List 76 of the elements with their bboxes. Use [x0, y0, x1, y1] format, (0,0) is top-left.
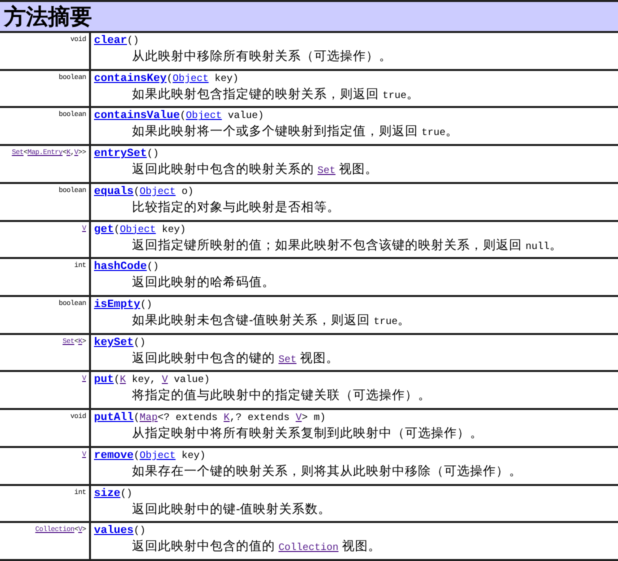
type-link[interactable]: Collection: [278, 543, 338, 554]
type-link[interactable]: Object: [186, 110, 222, 124]
method-description: 返回此映射中包含的键的 Set 视图。: [131, 350, 340, 368]
type-link[interactable]: Set: [278, 354, 296, 366]
method-link[interactable]: remove: [94, 450, 134, 463]
code-text: o: [180, 186, 188, 199]
paren-text: (: [134, 336, 140, 350]
type-link[interactable]: Object: [172, 72, 209, 86]
paren-text: (: [134, 186, 140, 199]
paren-text: (: [146, 261, 153, 274]
paren-text: (: [127, 35, 134, 48]
type-link[interactable]: K: [120, 374, 126, 388]
method-link[interactable]: values: [94, 525, 134, 538]
code-text: key,: [130, 374, 157, 388]
paren-text: ): [232, 72, 239, 86]
paren-text: ): [152, 148, 159, 162]
method-description: 将指定的值与此映射中的指定键关联（可选操作）。: [131, 387, 432, 404]
paren-text: (: [146, 148, 153, 162]
method-link[interactable]: hashCode: [94, 261, 147, 274]
type-link[interactable]: Set: [317, 166, 336, 178]
method-link[interactable]: keySet: [94, 336, 134, 350]
method-link[interactable]: entrySet: [94, 148, 147, 162]
paren-text: ): [140, 336, 146, 350]
paren-text: (: [166, 72, 173, 86]
paren-text: (: [114, 224, 120, 237]
method-description: 从指定映射中将所有映射关系复制到此映射中（可选操作）。: [131, 425, 484, 442]
method-link[interactable]: isEmpty: [94, 299, 140, 312]
section-title: 方法摘要: [4, 3, 92, 31]
type-link[interactable]: V: [162, 374, 168, 388]
paren-text: ): [140, 525, 146, 538]
paren-text: (: [134, 525, 140, 538]
paren-text: (: [120, 488, 126, 501]
code-text: <? extends: [158, 412, 219, 426]
paren-text: ): [188, 186, 194, 199]
paren-text: ): [204, 374, 210, 388]
paren-text: (: [134, 412, 140, 426]
code-text: key: [214, 72, 233, 86]
type-link[interactable]: Map: [140, 412, 158, 426]
method-description: 返回此映射中的键-值映射关系数。: [131, 500, 332, 517]
method-description: 从此映射中移除所有映射关系（可选操作）。: [131, 48, 393, 64]
type-link[interactable]: Object: [140, 186, 176, 199]
paren-text: (: [180, 110, 186, 124]
method-description: 返回此映射中包含的值的 Collection 视图。: [131, 538, 382, 556]
method-link[interactable]: clear: [94, 35, 128, 48]
code-text: ,? extends: [230, 412, 291, 426]
method-link[interactable]: putAll: [94, 412, 134, 426]
type-link[interactable]: V: [296, 412, 302, 426]
method-link[interactable]: containsValue: [94, 110, 180, 124]
paren-text: ): [126, 488, 132, 501]
method-link[interactable]: equals: [94, 186, 134, 199]
code-text: key: [160, 224, 180, 237]
code-text: > m: [302, 412, 320, 426]
paren-text: ): [146, 299, 152, 312]
method-description: 返回此映射的哈希码值。: [131, 274, 276, 290]
method-link[interactable]: containsKey: [94, 72, 167, 86]
paren-text: (: [114, 374, 120, 388]
paren-text: ): [180, 224, 186, 237]
paren-text: ): [320, 412, 326, 426]
method-link[interactable]: size: [94, 488, 120, 501]
type-link[interactable]: Object: [140, 450, 176, 463]
method-description: 返回此映射中包含的映射关系的 Set 视图。: [131, 161, 379, 180]
method-description: 如果存在一个键的映射关系，则将其从此映射中移除（可选操作）。: [131, 462, 523, 479]
paren-text: ): [133, 35, 140, 48]
paren-text: ): [152, 261, 159, 274]
method-link[interactable]: get: [94, 224, 114, 237]
code-text: value: [172, 374, 204, 388]
code-text: key: [180, 450, 200, 463]
code-text: value: [226, 110, 258, 124]
method-description: 比较指定的对象与此映射是否相等。: [131, 198, 341, 215]
paren-text: ): [258, 110, 264, 124]
paren-text: (: [134, 450, 140, 463]
paren-text: ): [200, 450, 206, 463]
paren-text: (: [140, 299, 146, 312]
type-link[interactable]: K: [224, 412, 230, 426]
type-link[interactable]: Object: [120, 224, 156, 237]
method-link[interactable]: put: [94, 374, 114, 388]
